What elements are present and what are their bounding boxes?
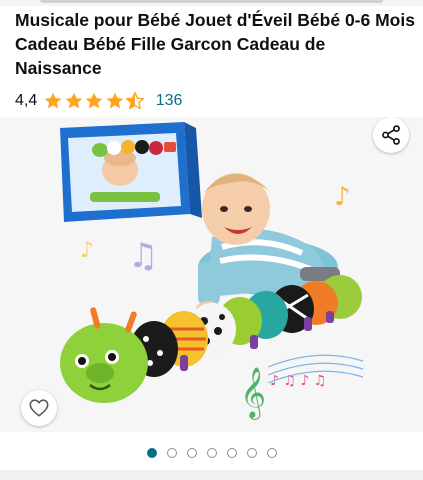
product-image: ♪ ♫ ♪ 𝄞 ♪ ♫ ♪ ♫ — [0, 117, 423, 432]
review-count-link[interactable]: 136 — [156, 92, 183, 110]
image-pagination-dots — [0, 446, 423, 460]
pagination-dot[interactable] — [206, 448, 217, 458]
product-box-image — [60, 122, 202, 222]
pagination-dot[interactable] — [186, 448, 197, 458]
share-button[interactable] — [373, 117, 409, 153]
top-strip-bar — [40, 0, 383, 3]
svg-text:𝄞: 𝄞 — [240, 367, 266, 420]
svg-text:♪ ♫ ♪ ♫: ♪ ♫ ♪ ♫ — [270, 373, 326, 389]
rating-row[interactable]: 4,4 136 — [15, 89, 182, 113]
star-half-icon — [126, 92, 145, 110]
share-icon — [382, 125, 400, 145]
svg-text:♪: ♪ — [334, 182, 351, 212]
product-title: Musicale pour Bébé Jouet d'Éveil Bébé 0-… — [15, 10, 415, 78]
top-strip — [0, 0, 423, 6]
pagination-dot[interactable] — [266, 448, 277, 458]
star-full-icon — [106, 92, 124, 109]
rating-value: 4,4 — [15, 92, 38, 109]
product-image-gallery[interactable]: ♪ ♫ ♪ 𝄞 ♪ ♫ ♪ ♫ — [0, 117, 423, 432]
star-full-icon — [44, 92, 62, 109]
star-full-icon — [65, 92, 83, 109]
svg-text:♪: ♪ — [80, 238, 94, 263]
wishlist-button[interactable] — [21, 390, 57, 426]
pagination-dot[interactable] — [246, 448, 257, 458]
pagination-dot[interactable] — [226, 448, 237, 458]
svg-text:♫: ♫ — [128, 236, 158, 276]
star-full-icon — [85, 92, 103, 109]
pagination-dot[interactable] — [166, 448, 177, 458]
section-divider — [0, 470, 423, 480]
heart-icon — [29, 399, 49, 417]
star-rating — [43, 91, 146, 111]
pagination-dot[interactable] — [146, 448, 157, 458]
